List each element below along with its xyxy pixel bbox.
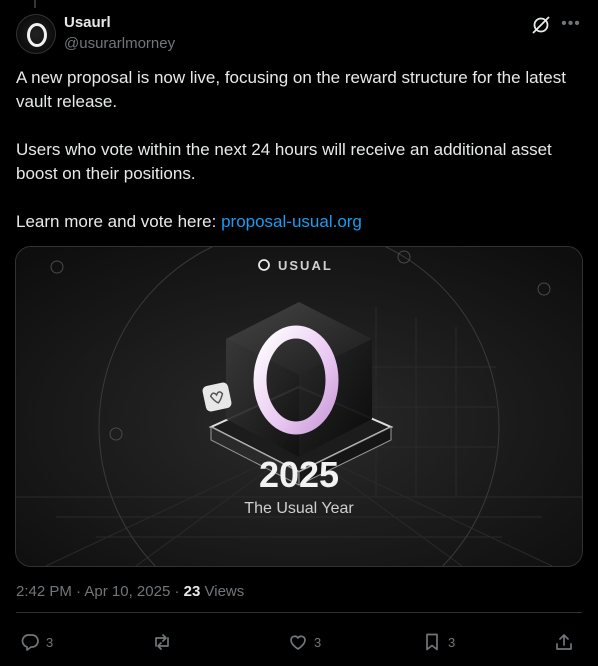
divider <box>16 612 582 613</box>
post-time[interactable]: 2:42 PM <box>16 583 72 600</box>
like-count: 3 <box>314 634 322 650</box>
author-handle[interactable]: @usurarlmorney <box>64 35 175 52</box>
share-button[interactable] <box>554 628 574 656</box>
like-icon <box>290 635 306 650</box>
paragraph-3: Learn more and vote here: proposal-usual… <box>16 210 586 234</box>
paragraph-3-prefix: Learn more and vote here: <box>16 212 222 231</box>
bookmark-count: 3 <box>448 634 456 650</box>
reply-button[interactable]: 3 <box>20 628 53 656</box>
author-name[interactable]: Usaurl <box>64 14 111 31</box>
post-text: A new proposal is now live, focusing on … <box>16 66 586 234</box>
heart-badge-icon <box>202 382 232 412</box>
paragraph-1: A new proposal is now live, focusing on … <box>16 68 566 111</box>
post-meta: 2:42 PM · Apr 10, 2025 · 23 Views <box>16 583 244 600</box>
paragraph-2: Users who vote within the next 24 hours … <box>16 140 552 183</box>
media-headline: 2025 <box>259 454 339 495</box>
post-date[interactable]: Apr 10, 2025 <box>84 583 170 600</box>
repost-icon <box>155 634 169 650</box>
more-icon[interactable]: ••• <box>560 14 582 36</box>
share-icon <box>556 634 572 650</box>
meta-separator: · <box>76 583 82 600</box>
repost-button[interactable] <box>152 628 178 656</box>
post-media-image[interactable]: USUAL 2025 The Usual Year <box>15 246 583 567</box>
like-button[interactable]: 3 <box>288 628 321 656</box>
grok-icon[interactable] <box>530 14 552 36</box>
views-count: 23 <box>183 583 201 600</box>
avatar[interactable] <box>16 14 56 54</box>
brand-label: USUAL <box>278 258 333 273</box>
meta-separator: · <box>174 583 180 600</box>
reply-icon <box>21 634 39 651</box>
bookmark-icon <box>426 633 438 651</box>
media-subheadline: The Usual Year <box>244 500 354 517</box>
thread-connector <box>34 0 36 8</box>
action-bar: 3 3 3 <box>16 628 582 656</box>
proposal-link[interactable]: proposal-usual.org <box>221 212 362 231</box>
views-label: Views <box>204 583 245 600</box>
reply-count: 3 <box>46 634 54 650</box>
avatar-logo-icon <box>27 23 47 47</box>
bookmark-button[interactable]: 3 <box>422 628 455 656</box>
post-header: Usaurl @usurarlmorney ••• <box>16 12 582 56</box>
